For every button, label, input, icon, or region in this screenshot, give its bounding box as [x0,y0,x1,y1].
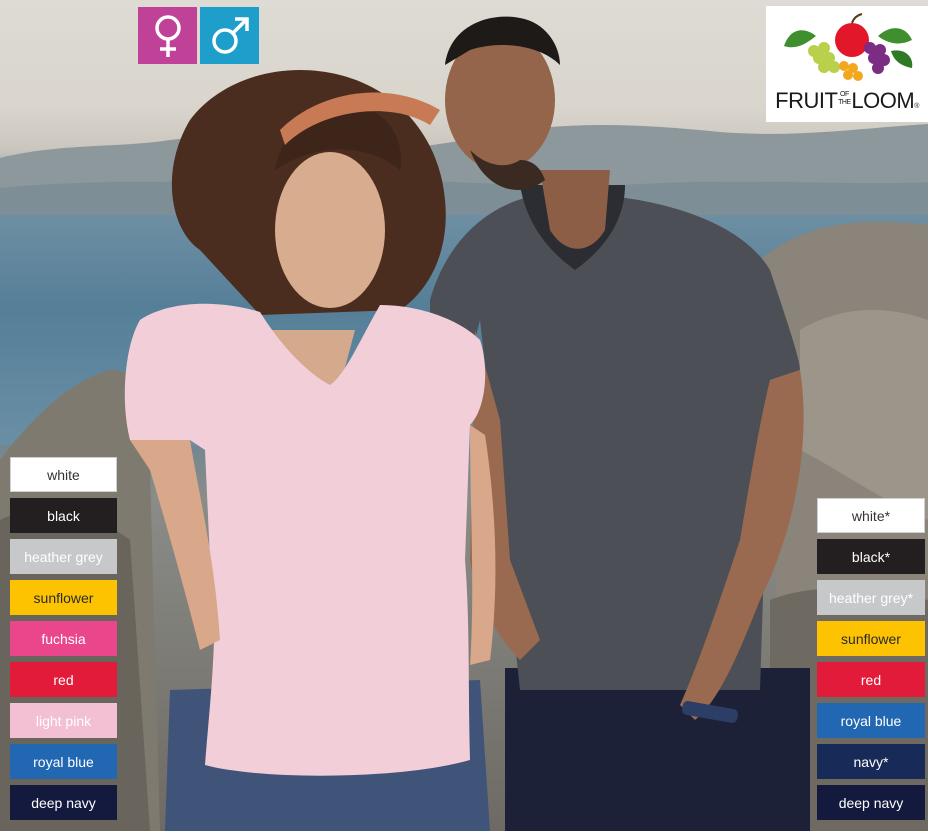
male-symbol-icon [211,16,249,54]
models-illustration [124,16,810,831]
colour-swatch: red [817,662,925,697]
brand-wordmark: FRUIT OF THELOOM® [766,88,928,114]
colour-swatch: heather grey [10,539,117,574]
colour-swatch: royal blue [10,744,117,779]
female-symbol-icon [154,14,181,57]
brand-word-fruit: FRUIT [775,88,838,113]
colour-swatch: sunflower [10,580,117,615]
colour-swatch: deep navy [10,785,117,820]
women-colour-swatches: white black heather grey sunflower fuchsia re… [10,457,117,826]
fruit-cluster-icon [784,13,913,81]
man-model [430,16,810,831]
brand-word-the: THE [838,99,851,106]
colour-swatch: white [10,457,117,492]
colour-swatch: red [10,662,117,697]
colour-swatch: black* [817,539,925,574]
colour-swatch: sunflower [817,621,925,656]
female-symbol-badge [138,7,197,64]
photo-scene: FRUIT OF THELOOM® white black heather grey su… [0,0,928,831]
brand-word-loom: LOOM [851,88,915,113]
colour-swatch: deep navy [817,785,925,820]
men-colour-swatches: white* black* heather grey* sunflower red roy… [817,498,925,826]
male-symbol-badge [200,7,259,64]
colour-swatch: light pink [10,703,117,738]
woman-model [124,70,496,831]
colour-swatch: fuchsia [10,621,117,656]
colour-swatch: heather grey* [817,580,925,615]
colour-swatch: white* [817,498,925,533]
registered-mark: ® [914,103,919,110]
colour-swatch: navy* [817,744,925,779]
brand-logo: FRUIT OF THELOOM® [766,6,928,122]
colour-swatch: royal blue [817,703,925,738]
colour-swatch: black [10,498,117,533]
brand-of-the: OF THE [837,91,851,107]
brand-word-of: OF [840,91,849,98]
